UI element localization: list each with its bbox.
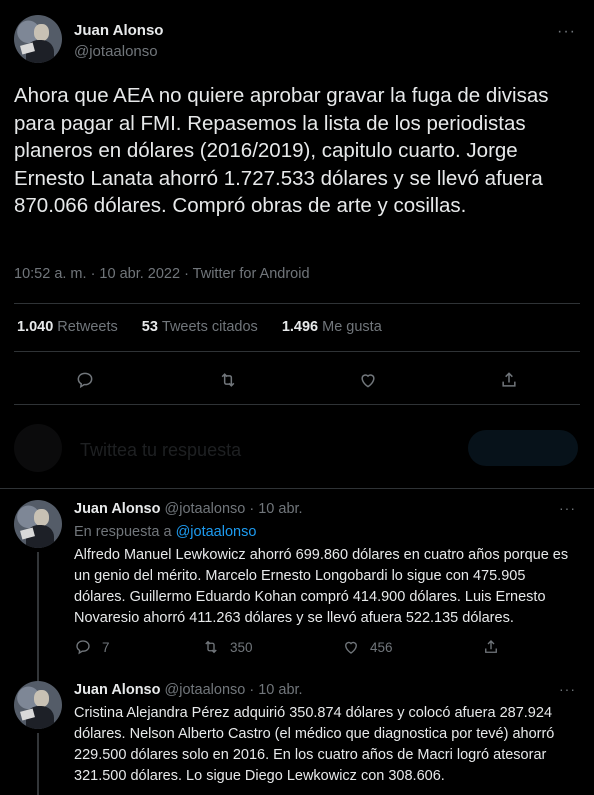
tweet-text: Ahora que AEA no quiere aprobar gravar l…	[14, 84, 549, 217]
retweet-icon[interactable]	[210, 362, 246, 398]
retweets-stat[interactable]: 1.040 Retweets	[17, 319, 118, 335]
author-name[interactable]: Juan Alonso	[74, 501, 160, 517]
likes-label: Me gusta	[322, 319, 382, 335]
tweet-timestamp[interactable]: 10:52 a. m. · 10 abr. 2022 · Twitter for…	[14, 266, 310, 282]
likes-count: 1.496	[281, 319, 319, 335]
separator	[0, 488, 594, 489]
like-count: 456	[370, 639, 393, 655]
in-reply-label: En respuesta a	[74, 524, 172, 540]
likes-stat[interactable]: 1.496 Me gusta	[282, 319, 382, 335]
separator	[14, 351, 580, 352]
author-handle-date[interactable]: @jotaalonso · 10 abr.	[165, 682, 303, 698]
more-icon[interactable]: ···	[559, 681, 576, 697]
author-handle[interactable]: @jotaalonso	[74, 43, 158, 60]
reply-text: Alfredo Manuel Lewkowicz ahorró 699.860 …	[74, 547, 569, 626]
reply-composer: Twittea tu respuesta	[14, 420, 580, 476]
share-icon[interactable]	[491, 362, 527, 398]
reply-icon[interactable]	[67, 362, 103, 398]
reply-button[interactable]: 7	[74, 638, 110, 656]
avatar[interactable]	[14, 681, 62, 729]
author-handle-date[interactable]: @jotaalonso · 10 abr.	[165, 501, 303, 517]
tweet-page: Juan Alonso @jotaalonso ··· Ahora que AE…	[0, 0, 594, 795]
in-reply-to: En respuesta a @jotaalonso	[74, 524, 256, 540]
tweet-actions	[14, 362, 580, 398]
reply-button[interactable]	[468, 430, 578, 466]
retweets-label: Retweets	[57, 319, 118, 335]
author-name[interactable]: Juan Alonso	[74, 22, 163, 39]
more-icon[interactable]: ···	[557, 23, 576, 41]
reply-header: Juan Alonso @jotaalonso · 10 abr.	[74, 682, 303, 698]
author-name[interactable]: Juan Alonso	[74, 682, 160, 698]
quotes-count: 53	[141, 319, 158, 335]
thread-line	[37, 552, 39, 682]
separator	[14, 303, 580, 304]
share-icon	[485, 640, 497, 653]
reply-text: Cristina Alejandra Pérez adquirió 350.87…	[74, 705, 555, 784]
reply-header: Juan Alonso @jotaalonso · 10 abr.	[74, 501, 303, 517]
in-reply-handle[interactable]: @jotaalonso	[176, 524, 257, 540]
avatar	[14, 424, 62, 472]
tweet-stats: 1.040 Retweets 53 Tweets citados 1.496 Me g…	[17, 319, 382, 335]
main-tweet-header: Juan Alonso @jotaalonso ···	[14, 15, 580, 65]
quotes-stat[interactable]: 53 Tweets citados	[142, 319, 258, 335]
reply-tweet[interactable]: Juan Alonso @jotaalonso · 10 abr. ··· Cr…	[14, 681, 580, 795]
quotes-label: Tweets citados	[161, 319, 258, 335]
heart-icon	[345, 641, 357, 654]
share-button[interactable]	[482, 638, 500, 656]
separator	[14, 404, 580, 405]
reply-tweet[interactable]: Juan Alonso @jotaalonso · 10 abr. ··· En…	[14, 500, 580, 682]
like-button[interactable]: 456	[342, 638, 393, 656]
reply-icon	[76, 640, 90, 655]
retweet-icon	[205, 640, 217, 654]
heart-icon[interactable]	[350, 362, 386, 398]
avatar[interactable]	[14, 15, 62, 63]
reply-actions: 7 350 456	[74, 638, 580, 660]
retweets-count: 1.040	[17, 319, 54, 335]
thread-line	[37, 733, 39, 795]
avatar[interactable]	[14, 500, 62, 548]
more-icon[interactable]: ···	[559, 500, 576, 516]
retweet-button[interactable]: 350	[202, 638, 253, 656]
reply-count: 7	[102, 639, 110, 655]
reply-input[interactable]: Twittea tu respuesta	[80, 440, 241, 461]
retweet-count: 350	[230, 639, 253, 655]
